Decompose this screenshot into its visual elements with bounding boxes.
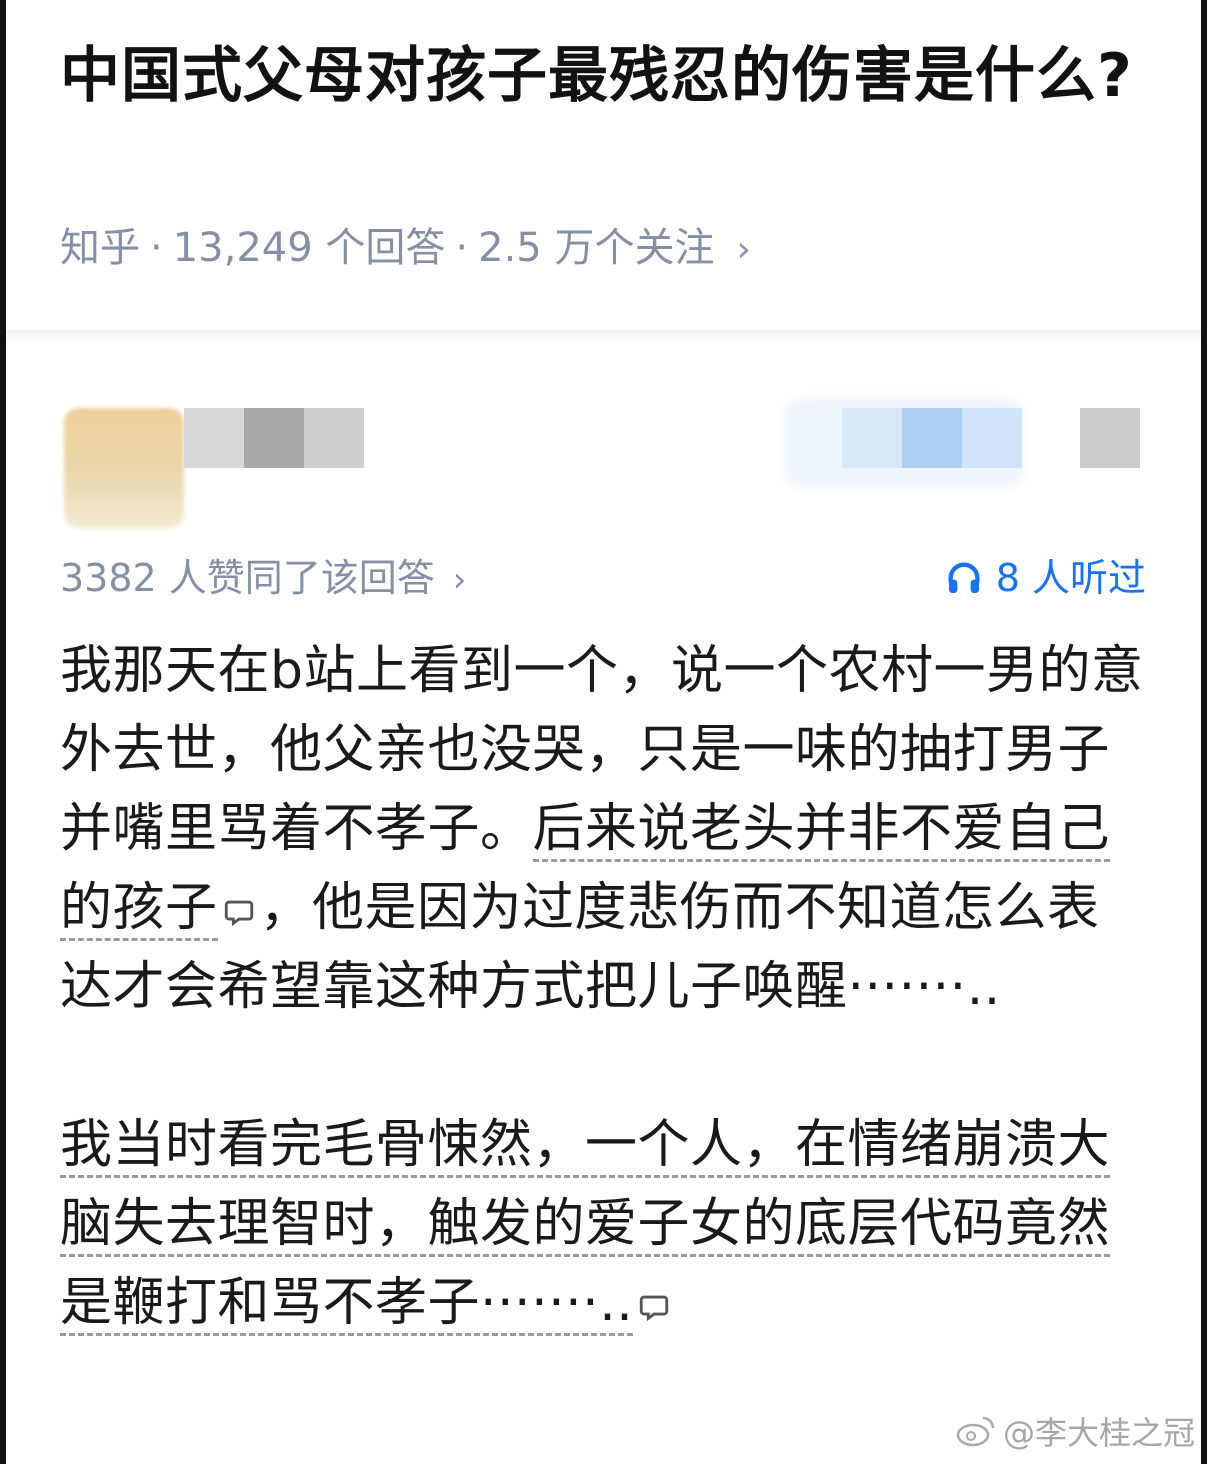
- answer-paragraph: 我当时看完毛骨悚然，一个人，在情绪崩溃大脑失去理智时，触发的爱子女的底层代码竟然…: [60, 1106, 1150, 1343]
- weibo-icon: [956, 1416, 995, 1447]
- vote-count: 3382 人赞同了该回答: [60, 556, 435, 600]
- question-meta[interactable]: 知乎 · 13,249 个回答 · 2.5 万个关注 ›: [60, 222, 1160, 276]
- author-name-blurred[interactable]: [304, 408, 364, 468]
- avatar[interactable]: [64, 408, 184, 528]
- more-button-blurred[interactable]: [1080, 408, 1140, 468]
- follow-button-blurred[interactable]: [902, 408, 962, 468]
- comment-icon[interactable]: [637, 1290, 671, 1324]
- highlighted-text[interactable]: 我当时看完毛骨悚然，一个人，在情绪崩溃大脑失去理智时，触发的爱子女的底层代码竟然…: [60, 1115, 1111, 1336]
- left-frame-border: [0, 0, 6, 1464]
- watermark: @李大桂之冠: [955, 1408, 1195, 1454]
- source-label: 知乎: [60, 225, 140, 271]
- chevron-right-icon: ›: [452, 560, 467, 600]
- follow-button-blurred[interactable]: [842, 408, 902, 468]
- comment-icon[interactable]: [222, 895, 256, 929]
- listen-count: 8 人听过: [995, 556, 1146, 600]
- follow-button-blurred[interactable]: [962, 408, 1022, 468]
- answer-body: 我那天在b站上看到一个，说一个农村一男的意外去世，他父亲也没哭，只是一味的抽打男…: [60, 632, 1150, 1343]
- answer-paragraph: 我那天在b站上看到一个，说一个农村一男的意外去世，他父亲也没哭，只是一味的抽打男…: [60, 632, 1150, 1027]
- author-name-blurred[interactable]: [184, 408, 244, 468]
- listen-button[interactable]: 8 人听过: [944, 550, 1146, 606]
- meta-separator: ·: [150, 225, 163, 271]
- author-row: [64, 398, 1144, 538]
- headphones-icon: [948, 562, 980, 593]
- answer-count: 13,249 个回答: [172, 225, 446, 271]
- right-frame-border: [1201, 0, 1207, 1464]
- author-name-blurred[interactable]: [244, 408, 304, 468]
- answer-stats-row: 3382 人赞同了该回答 › 8 人听过: [60, 550, 1146, 606]
- question-title[interactable]: 中国式父母对孩子最残忍的伤害是什么?: [60, 30, 1140, 122]
- vote-count-link[interactable]: 3382 人赞同了该回答 ›: [60, 550, 466, 608]
- watermark-text: @李大桂之冠: [1002, 1414, 1195, 1452]
- meta-separator: ·: [455, 225, 469, 271]
- follow-count: 2.5 万个关注: [478, 225, 715, 271]
- section-divider: [6, 330, 1201, 344]
- chevron-right-icon: ›: [736, 229, 751, 270]
